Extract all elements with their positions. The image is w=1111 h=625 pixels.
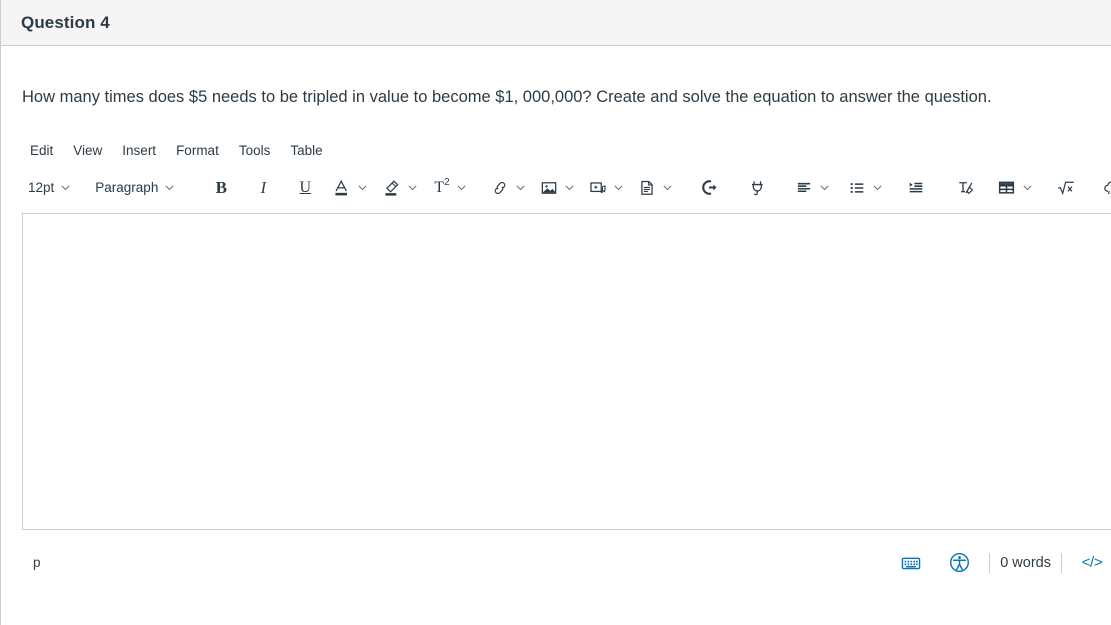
clear-formatting-icon bbox=[956, 178, 975, 197]
indent-button[interactable] bbox=[900, 174, 932, 202]
cloud-button[interactable] bbox=[1096, 174, 1111, 202]
block-format-label: Paragraph bbox=[95, 180, 159, 196]
bold-button[interactable]: B bbox=[205, 174, 237, 202]
element-path[interactable]: p bbox=[33, 555, 41, 570]
menu-insert[interactable]: Insert bbox=[114, 139, 164, 162]
superscript-button[interactable]: T 2 bbox=[431, 174, 469, 202]
insert-document-button[interactable] bbox=[635, 174, 676, 202]
image-icon bbox=[540, 179, 558, 197]
page-title: Question 4 bbox=[21, 12, 110, 32]
question-body: How many times does $5 needs to be tripl… bbox=[1, 46, 1111, 110]
menu-edit[interactable]: Edit bbox=[22, 139, 61, 162]
table-button[interactable] bbox=[994, 174, 1036, 202]
accessibility-icon bbox=[949, 552, 970, 573]
chevron-down-icon bbox=[456, 182, 467, 193]
chevron-down-icon bbox=[662, 182, 673, 193]
toolbar-group-paragraph bbox=[792, 174, 932, 202]
document-icon bbox=[638, 179, 656, 197]
arrow-circle-right-icon bbox=[700, 178, 719, 197]
status-separator bbox=[1061, 552, 1062, 573]
chevron-down-icon bbox=[357, 182, 368, 193]
chevron-down-icon bbox=[1022, 182, 1033, 193]
editor-toolbar: 12pt Paragraph B I U T 2 bbox=[22, 170, 1111, 206]
question-prompt-text: How many times does $5 needs to be tripl… bbox=[22, 88, 992, 106]
toolbar-group-tools bbox=[694, 174, 774, 202]
editor-menubar: Edit View Insert Format Tools Table bbox=[22, 136, 1111, 166]
keyboard-shortcuts-button[interactable] bbox=[891, 549, 931, 577]
list-button[interactable] bbox=[845, 174, 886, 202]
insert-media-button[interactable] bbox=[586, 174, 627, 202]
chevron-down-icon bbox=[613, 182, 624, 193]
clear-formatting-button[interactable] bbox=[950, 174, 982, 202]
font-size-label: 12pt bbox=[28, 180, 55, 196]
chevron-down-icon bbox=[164, 182, 175, 193]
bold-label: B bbox=[215, 177, 227, 197]
chevron-down-icon bbox=[515, 182, 526, 193]
toolbar-group-format-selects: 12pt Paragraph bbox=[22, 174, 181, 202]
chevron-down-icon bbox=[60, 182, 71, 193]
chevron-down-icon bbox=[819, 182, 830, 193]
external-tool-button[interactable] bbox=[694, 174, 726, 202]
chevron-down-icon bbox=[564, 182, 575, 193]
editor-content-area[interactable] bbox=[22, 212, 1111, 530]
toolbar-group-misc bbox=[950, 174, 1111, 202]
status-separator bbox=[989, 552, 991, 573]
toolbar-group-insert bbox=[488, 174, 676, 202]
editor-status-bar: p 0 words </> bbox=[22, 542, 1111, 584]
chevron-down-icon bbox=[872, 182, 883, 193]
link-icon bbox=[491, 179, 509, 197]
html-editor-button[interactable]: </> bbox=[1072, 549, 1111, 577]
rich-content-editor: Edit View Insert Format Tools Table 12pt… bbox=[22, 136, 1111, 584]
chevron-down-icon bbox=[407, 182, 418, 193]
menu-table[interactable]: Table bbox=[282, 139, 330, 162]
question-page: Question 4 How many times does $5 needs … bbox=[0, 0, 1111, 625]
question-header: Question 4 bbox=[1, 0, 1111, 46]
highlighter-pen-icon bbox=[382, 178, 401, 198]
text-color-icon bbox=[332, 178, 351, 198]
highlight-color-button[interactable] bbox=[379, 174, 421, 202]
superscript-icon: T 2 bbox=[434, 176, 450, 196]
block-format-select[interactable]: Paragraph bbox=[89, 174, 181, 202]
status-bar-right: 0 words </> bbox=[891, 549, 1111, 577]
cloud-icon bbox=[1102, 178, 1111, 197]
keyboard-icon bbox=[901, 555, 921, 571]
superscript-base: T bbox=[434, 178, 445, 196]
align-left-icon bbox=[795, 179, 813, 197]
equation-button[interactable] bbox=[1050, 174, 1082, 202]
increase-indent-icon bbox=[907, 179, 925, 197]
square-root-icon bbox=[1056, 178, 1076, 197]
superscript-exponent: 2 bbox=[444, 176, 450, 188]
media-icon bbox=[589, 179, 607, 197]
menu-tools[interactable]: Tools bbox=[231, 139, 279, 162]
underline-button[interactable]: U bbox=[289, 174, 321, 202]
bulleted-list-icon bbox=[848, 179, 866, 197]
font-size-select[interactable]: 12pt bbox=[22, 174, 77, 202]
italic-button[interactable]: I bbox=[247, 174, 279, 202]
menu-view[interactable]: View bbox=[65, 139, 110, 162]
accessibility-checker-button[interactable] bbox=[939, 549, 979, 577]
table-icon bbox=[997, 178, 1016, 197]
insert-link-button[interactable] bbox=[488, 174, 529, 202]
html-code-icon: </> bbox=[1081, 554, 1103, 572]
text-color-button[interactable] bbox=[329, 174, 371, 202]
insert-image-button[interactable] bbox=[537, 174, 578, 202]
align-button[interactable] bbox=[792, 174, 833, 202]
underline-label: U bbox=[299, 178, 312, 196]
plug-icon bbox=[748, 178, 767, 197]
apps-plugin-button[interactable] bbox=[742, 174, 774, 202]
menu-format[interactable]: Format bbox=[168, 139, 227, 162]
toolbar-group-inline-styles: B I U T 2 bbox=[199, 174, 469, 202]
italic-label: I bbox=[260, 177, 267, 197]
word-count: 0 words bbox=[1000, 554, 1051, 571]
